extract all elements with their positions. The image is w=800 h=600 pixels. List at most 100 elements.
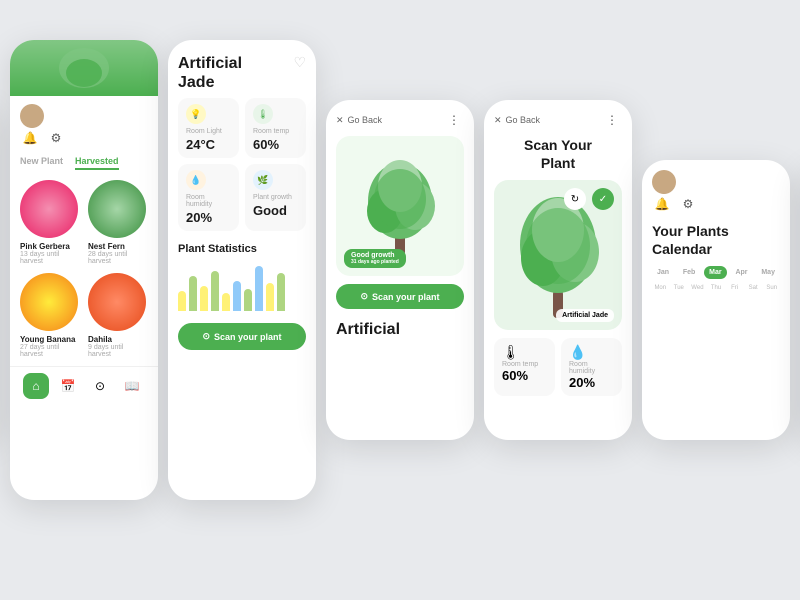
scan-humidity-label: Room humidity [569,361,614,375]
day-thu: Thu [708,285,725,291]
dahila-image [88,273,146,331]
tab-new-plant-2[interactable]: New Plant [20,156,63,170]
scan-stat-temp: 🌡 Room temp 60% [494,338,555,396]
scan-title-section: Scan Your Plant [484,134,632,180]
scan-humidity-icon: 💧 [569,344,614,361]
notif-6[interactable]: 🔔 [652,194,672,214]
bar-5 [222,293,230,311]
back-button-5[interactable]: ✕ Go Back [494,115,540,126]
scan-stat-humidity: 💧 Room humidity 20% [561,338,622,396]
month-jan[interactable]: Jan [652,266,674,279]
day-mon: Mon [652,285,669,291]
avatar-2[interactable] [20,104,44,128]
growth-icon: 🌿 [253,170,273,190]
growth-value: Good [253,203,298,218]
fern-image [88,180,146,238]
avatar-6[interactable] [652,170,676,194]
month-mar[interactable]: Mar [704,266,726,279]
plant-label-badge: Artificial Jade [556,309,614,322]
scan-stats-row: 🌡 Room temp 60% 💧 Room humidity 20% [484,330,632,396]
notification-icon-2[interactable]: 🔔 [20,128,40,148]
plant-item-dahila[interactable]: Dahila 9 days until harvest [88,273,148,358]
scan-temp-label: Room temp [502,361,547,368]
light-icon: 💡 [186,104,206,124]
header-icons-6: 🔔 ⚙ [652,194,780,214]
dahila-days: 9 days until harvest [88,344,148,358]
tree-svg [360,151,440,261]
scan-controls: ↻ ✓ [564,188,614,210]
scan-btn-label: Scan your plant [214,332,282,342]
screen-scan-plant: ✕ Go Back ⋮ Scan Your Plant ↻ ✓ [484,100,632,440]
temp-icon: 🌡 [253,104,273,124]
back-arrow-icon: ✕ [336,115,344,126]
screen5-header: ✕ Go Back ⋮ [484,100,632,134]
gerbera-image [20,180,78,238]
day-labels: Mon Tue Wed Thu Fri Sat Sun [642,285,790,295]
humidity-icon: 💧 [186,170,206,190]
dahila-name: Dahila [88,335,112,344]
back-label-5: Go Back [506,115,541,125]
light-value: 24°C [186,137,231,152]
month-feb[interactable]: Feb [678,266,700,279]
month-apr[interactable]: Apr [730,266,752,279]
confirm-scan-btn[interactable]: ✓ [592,188,614,210]
bookmark-icon[interactable]: ♡ [293,54,306,71]
humidity-label: Room humidity [186,194,231,208]
stat-card-temp: 🌡 Room temp 60% [245,98,306,158]
home-nav-2[interactable]: ⌂ [23,373,49,399]
growth-sub-text: 31 days ago planted [351,259,399,265]
tab-harvested-2[interactable]: Harvested [75,156,119,170]
bar-9 [266,283,274,311]
plant-item-gerbera[interactable]: Pink Gerbera 13 days until harvest [20,180,80,265]
plant-stats-section: Plant Statistics [168,239,316,315]
jade-stats-grid: 💡 Room Light 24°C 🌡 Room temp 60% 💧 Room… [168,98,316,239]
day-tue: Tue [671,285,688,291]
tree-container: Good growth 31 days ago planted [336,136,464,276]
bar-2 [189,276,197,311]
plant-tabs-2: New Plant Harvested [10,152,158,176]
refresh-scan-btn[interactable]: ↻ [564,188,586,210]
book-nav-2[interactable]: 📖 [119,373,145,399]
scan-humidity-value: 20% [569,375,614,390]
scan-btn-4-label: Scan your plant [372,292,440,302]
bar-6 [233,281,241,311]
scan-icon: ⊙ [202,331,210,342]
plant-item-fern[interactable]: Nest Fern 28 days until harvest [88,180,148,265]
back-button[interactable]: ✕ Go Back [336,115,382,126]
day-wed: Wed [689,285,706,291]
more-icon-5[interactable]: ⋮ [602,110,622,130]
calendar-nav-2[interactable]: 📅 [55,373,81,399]
screen2-header: 🔔 ⚙ [10,96,158,152]
temp-value: 60% [253,137,298,152]
scan-image-area: ↻ ✓ Artificial Jade [494,180,622,330]
jade-title: Artificial Jade [178,54,242,92]
more-icon[interactable]: ⋮ [444,110,464,130]
screen-calendar: 🔔 ⚙ Your Plants Calendar Jan Feb Mar Apr… [642,160,790,440]
settings-6[interactable]: ⚙ [678,194,698,214]
bar-7 [244,289,252,311]
light-label: Room Light [186,128,231,135]
settings-icon-2[interactable]: ⚙ [46,128,66,148]
bar-1 [178,291,186,311]
banana-image [20,273,78,331]
banana-name: Young Banana [20,335,75,344]
scan-plant-button[interactable]: ⊙ Scan your plant [178,323,306,350]
jade-header: Artificial Jade ♡ [168,40,316,98]
header-icons-2: 🔔 ⚙ [20,128,148,148]
screen6-header: 🔔 ⚙ [642,160,790,218]
plant-item-banana[interactable]: Young Banana 27 days until harvest [20,273,80,358]
gerbera-days: 13 days until harvest [20,251,80,265]
day-sun: Sun [763,285,780,291]
month-may[interactable]: May [756,266,780,279]
banana-days: 27 days until harvest [20,344,80,358]
stat-card-humidity: 💧 Room humidity 20% [178,164,239,231]
screen-go-back-tree: ✕ Go Back ⋮ Good growth 31 days ago plan… [326,100,474,440]
scan-temp-icon: 🌡 [502,344,547,361]
scan-nav-2[interactable]: ⊙ [87,373,113,399]
bar-8 [255,266,263,311]
stats-section-title: Plant Statistics [178,243,306,255]
scan-btn-4[interactable]: ⊙ Scan your plant [336,284,464,309]
plant-list: Pink Gerbera 13 days until harvest Nest … [10,176,158,362]
fern-days: 28 days until harvest [88,251,148,265]
fern-name: Nest Fern [88,242,125,251]
